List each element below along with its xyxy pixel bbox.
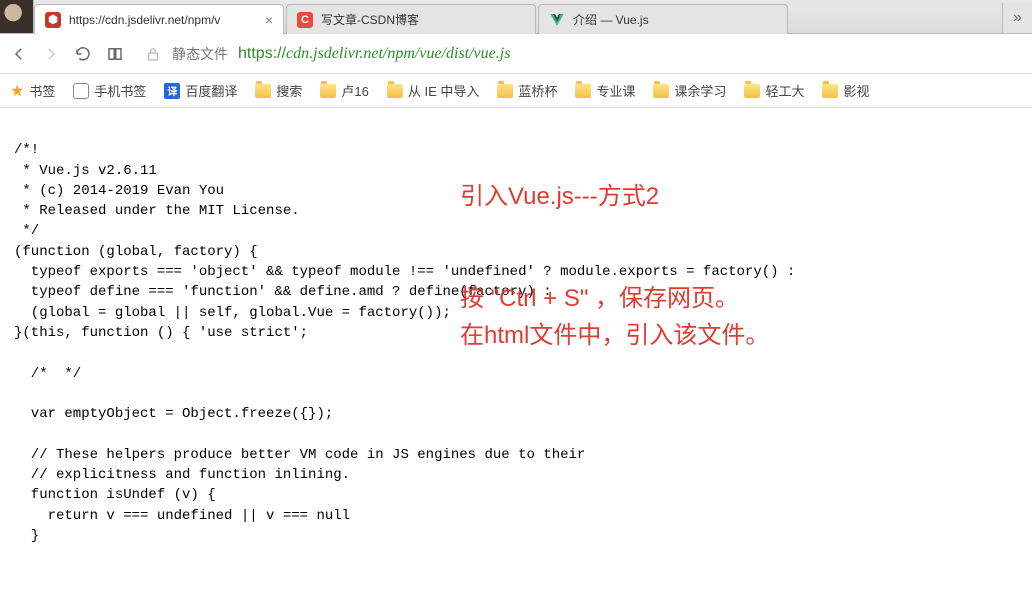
favicon-jsdelivr: ⬢ [45,12,61,28]
bookmark-baidu[interactable]: 译百度翻译 [164,81,237,100]
folder-icon [255,84,271,98]
tab-jsdelivr[interactable]: ⬢ https://cdn.jsdelivr.net/npm/v × [34,4,284,34]
bookmark-folder-school[interactable]: 轻工大 [744,81,804,100]
bookmark-phone[interactable]: 手机书签 [73,81,146,100]
bookmark-folder-major[interactable]: 专业课 [575,81,635,100]
window-avatar[interactable] [0,0,34,33]
favicon-csdn: C [297,12,313,28]
tab-title: https://cdn.jsdelivr.net/npm/v [69,13,220,27]
favicon-vue [549,12,565,28]
nav-toolbar: 静态文件 https://cdn.jsdelivr.net/npm/vue/di… [0,34,1032,74]
phone-icon [73,83,89,99]
annotation-body: 按 "Ctrl + S" ，保存网页。 在html文件中，引入该文件。 [460,280,769,354]
tab-overflow-button[interactable]: » [1002,3,1032,33]
bookmarks-bar: ★书签 手机书签 译百度翻译 搜索 卢16 从 IE 中导入 蓝桥杯 专业课 课… [0,74,1032,108]
reader-button[interactable] [106,45,124,63]
folder-icon [575,84,591,98]
tab-title: 介绍 — Vue.js [573,11,649,28]
folder-icon [822,84,838,98]
static-file-badge: 静态文件 [172,44,228,64]
folder-icon [497,84,513,98]
annotation-title: 引入Vue.js---方式2 [460,180,659,215]
bookmark-folder-lanqiao[interactable]: 蓝桥杯 [497,81,557,100]
bookmark-folder-extra[interactable]: 课余学习 [653,81,726,100]
bookmark-folder-ie-import[interactable]: 从 IE 中导入 [387,81,480,100]
forward-button[interactable] [42,45,60,63]
bookmark-folder-video[interactable]: 影视 [822,81,869,100]
address-bar[interactable]: 静态文件 https://cdn.jsdelivr.net/npm/vue/di… [138,39,1022,69]
star-icon: ★ [10,81,24,101]
folder-icon [653,84,669,98]
bookmark-root[interactable]: ★书签 [10,81,55,101]
baidu-icon: 译 [164,83,180,99]
tab-title: 写文章-CSDN博客 [321,11,419,28]
tab-strip: ⬢ https://cdn.jsdelivr.net/npm/v × C 写文章… [0,0,1032,34]
folder-icon [387,84,403,98]
folder-icon [744,84,760,98]
back-button[interactable] [10,45,28,63]
reload-button[interactable] [74,45,92,63]
lock-icon [144,45,162,63]
url-text: https://cdn.jsdelivr.net/npm/vue/dist/vu… [238,45,510,63]
tab-vuejs[interactable]: 介绍 — Vue.js [538,4,788,34]
close-icon[interactable]: × [265,12,273,28]
bookmark-folder-search[interactable]: 搜索 [255,81,302,100]
tab-csdn[interactable]: C 写文章-CSDN博客 [286,4,536,34]
bookmark-folder-lu16[interactable]: 卢16 [320,81,368,100]
page-content: /*! * Vue.js v2.6.11 * (c) 2014-2019 Eva… [0,108,1032,599]
folder-icon [320,84,336,98]
